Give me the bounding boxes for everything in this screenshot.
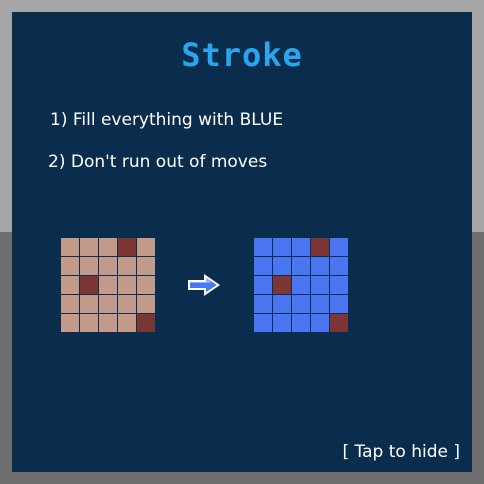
grid-cell-obstacle bbox=[137, 314, 155, 332]
arrow-right-icon bbox=[188, 274, 220, 296]
grid-cell-blue bbox=[311, 314, 329, 332]
grid-cell-blue bbox=[254, 314, 272, 332]
grid-cell-tile bbox=[99, 238, 117, 256]
grid-cell-blue bbox=[254, 238, 272, 256]
grid-cell-blue bbox=[254, 276, 272, 294]
grid-cell-blue bbox=[311, 276, 329, 294]
grid-cell-blue bbox=[311, 295, 329, 313]
grid-cell-tile bbox=[118, 276, 136, 294]
grid-cell-obstacle bbox=[311, 238, 329, 256]
grid-cell-blue bbox=[292, 276, 310, 294]
tap-to-hide-button[interactable]: [ Tap to hide ] bbox=[343, 442, 460, 462]
grid-cell-blue bbox=[292, 257, 310, 275]
grid-cell-tile bbox=[61, 314, 79, 332]
grid-cell-tile bbox=[137, 276, 155, 294]
grid-cell-blue bbox=[330, 295, 348, 313]
grid-cell-blue bbox=[330, 276, 348, 294]
example-grid-after bbox=[253, 237, 348, 332]
grid-cell-obstacle bbox=[118, 238, 136, 256]
grid-cell-tile bbox=[80, 314, 98, 332]
grid-cell-tile bbox=[118, 295, 136, 313]
grid-cell-blue bbox=[311, 257, 329, 275]
grid-cell-tile bbox=[80, 238, 98, 256]
grid-cell-tile bbox=[80, 295, 98, 313]
instruction-step-2: 2) Don't run out of moves bbox=[48, 152, 268, 172]
grid-cell-tile bbox=[137, 257, 155, 275]
grid-cell-tile bbox=[99, 314, 117, 332]
grid-cell-blue bbox=[273, 238, 291, 256]
grid-cell-blue bbox=[273, 314, 291, 332]
grid-cell-tile bbox=[61, 295, 79, 313]
grid-cell-tile bbox=[80, 257, 98, 275]
grid-cell-tile bbox=[99, 295, 117, 313]
example-grid-before bbox=[60, 237, 155, 332]
grid-cell-blue bbox=[292, 314, 310, 332]
grid-cell-obstacle bbox=[330, 314, 348, 332]
grid-cell-obstacle bbox=[80, 276, 98, 294]
grid-cell-tile bbox=[61, 276, 79, 294]
grid-cell-blue bbox=[273, 257, 291, 275]
tutorial-panel[interactable]: Stroke 1) Fill everything with BLUE 2) D… bbox=[12, 12, 472, 472]
grid-cell-tile bbox=[118, 314, 136, 332]
grid-cell-blue bbox=[254, 295, 272, 313]
grid-cell-blue bbox=[292, 295, 310, 313]
grid-cell-tile bbox=[137, 295, 155, 313]
grid-cell-tile bbox=[99, 276, 117, 294]
grid-cell-blue bbox=[330, 257, 348, 275]
grid-cell-tile bbox=[61, 257, 79, 275]
grid-cell-blue bbox=[254, 257, 272, 275]
instruction-step-1: 1) Fill everything with BLUE bbox=[50, 110, 284, 130]
grid-cell-blue bbox=[273, 295, 291, 313]
game-title: Stroke bbox=[181, 36, 303, 74]
grid-cell-tile bbox=[99, 257, 117, 275]
grid-cell-obstacle bbox=[273, 276, 291, 294]
grid-cell-blue bbox=[330, 238, 348, 256]
grid-cell-blue bbox=[292, 238, 310, 256]
grid-cell-tile bbox=[137, 238, 155, 256]
grid-cell-tile bbox=[61, 238, 79, 256]
grid-cell-tile bbox=[118, 257, 136, 275]
